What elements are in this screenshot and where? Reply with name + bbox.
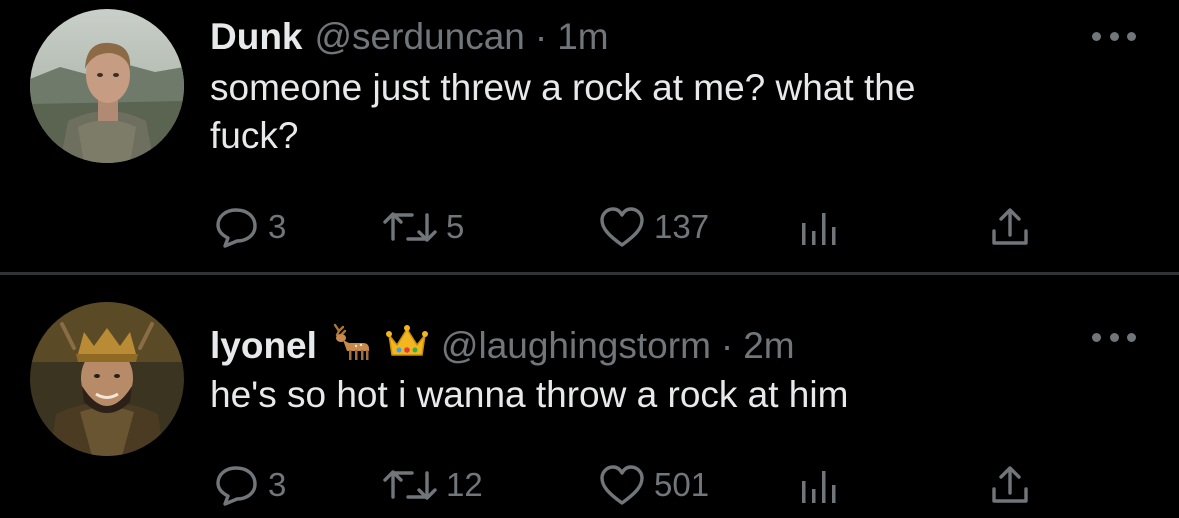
tweet[interactable]: lyonel @laughingstorm · 2m he's so hot i…: [0, 276, 1179, 518]
analytics-button[interactable]: [796, 202, 840, 252]
reply-icon: [216, 208, 257, 248]
analytics-icon: [802, 471, 836, 503]
reply-count: 3: [268, 208, 287, 245]
avatar[interactable]: [30, 302, 184, 456]
timestamp[interactable]: 1m: [557, 15, 608, 59]
heart-icon: [600, 207, 644, 247]
separator-dot: ·: [534, 16, 548, 57]
retweet-icon: [383, 212, 437, 242]
like-count: 137: [654, 208, 710, 245]
deer-emoji: [329, 321, 373, 371]
share-button[interactable]: [988, 460, 1032, 510]
like-button[interactable]: 137: [598, 202, 709, 252]
share-icon: [992, 208, 1028, 245]
retweet-button[interactable]: 12: [382, 460, 483, 510]
heart-icon: [600, 465, 644, 505]
analytics-button[interactable]: [796, 460, 840, 510]
share-icon: [992, 466, 1028, 503]
like-count: 501: [654, 466, 710, 503]
retweet-button[interactable]: 5: [382, 202, 464, 252]
retweet-count: 12: [446, 466, 483, 503]
action-bar: 3 12 501: [0, 460, 1179, 510]
user-handle[interactable]: @serduncan: [315, 15, 525, 59]
display-name[interactable]: lyonel: [210, 324, 317, 368]
tweet-header: Dunk @serduncan · 1m: [210, 15, 609, 59]
avatar[interactable]: [30, 9, 184, 163]
reply-count: 3: [268, 466, 287, 503]
tweet-divider: [0, 272, 1179, 275]
timestamp[interactable]: 2m: [743, 324, 794, 368]
tweet-text: he's so hot i wanna throw a rock at him: [210, 374, 849, 415]
reply-button[interactable]: 3: [214, 460, 286, 510]
analytics-icon: [802, 213, 836, 245]
tweet[interactable]: Dunk @serduncan · 1m someone just threw …: [0, 0, 1179, 272]
retweet-icon: [383, 470, 437, 500]
display-name[interactable]: Dunk: [210, 15, 303, 59]
action-bar: 3 5 137: [0, 202, 1179, 252]
tweet-header: lyonel @laughingstorm · 2m: [210, 321, 795, 371]
reply-icon: [216, 466, 257, 506]
retweet-count: 5: [446, 208, 465, 245]
more-icon[interactable]: [1092, 26, 1136, 46]
separator-dot: ·: [720, 325, 734, 366]
like-button[interactable]: 501: [598, 460, 709, 510]
crown-emoji: [385, 321, 429, 371]
share-button[interactable]: [988, 202, 1032, 252]
reply-button[interactable]: 3: [214, 202, 286, 252]
more-icon[interactable]: [1092, 327, 1136, 347]
tweet-text: someone just threw a rock at me? what th…: [210, 67, 916, 156]
user-handle[interactable]: @laughingstorm: [441, 324, 711, 368]
